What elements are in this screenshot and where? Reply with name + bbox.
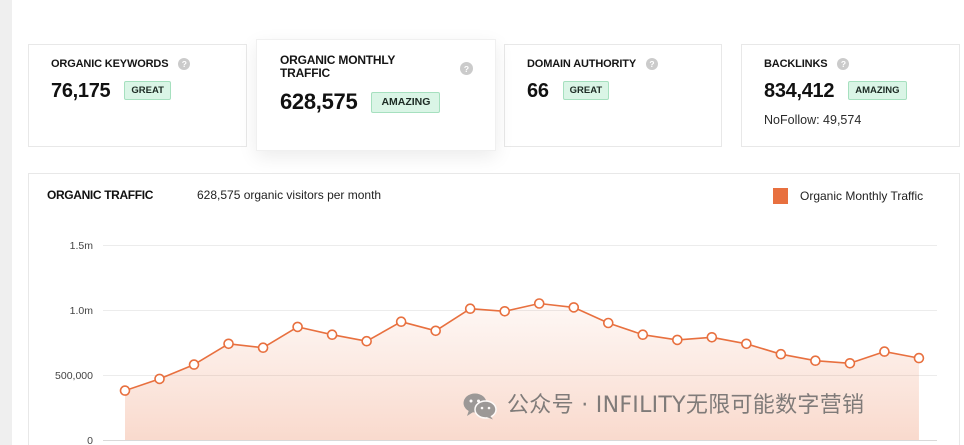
metric-value: 628,575 xyxy=(280,89,358,114)
legend-label: Organic Monthly Traffic xyxy=(800,189,924,203)
y-tick-label: 1.0m xyxy=(70,305,94,317)
data-point[interactable] xyxy=(568,302,580,313)
metric-value: 834,412 xyxy=(764,79,835,102)
data-point[interactable] xyxy=(154,373,165,385)
metric-value-row: 76,175 GREAT xyxy=(51,79,171,102)
metric-card-organic-keywords: ORGANIC KEYWORDS 76,175 GREAT xyxy=(28,44,247,147)
data-point[interactable] xyxy=(533,298,545,309)
data-point[interactable] xyxy=(602,317,614,329)
data-point[interactable] xyxy=(119,385,131,396)
data-point[interactable] xyxy=(706,332,718,343)
metric-card-organic-monthly-traffic: ORGANIC MONTHLY TRAFFIC 628,575 AMAZING xyxy=(256,39,496,151)
data-point[interactable] xyxy=(395,316,407,327)
y-tick-label: 500,000 xyxy=(55,370,93,382)
legend-swatch xyxy=(773,188,788,204)
metric-value-row: 834,412 AMAZING xyxy=(764,79,907,102)
metric-value-row: 628,575 AMAZING xyxy=(280,89,441,114)
metric-label: ORGANIC MONTHLY TRAFFIC xyxy=(280,53,396,80)
data-point[interactable] xyxy=(637,329,649,340)
data-point[interactable] xyxy=(775,348,787,360)
data-point[interactable] xyxy=(257,342,269,353)
chart-subtitle: 628,575 organic visitors per month xyxy=(197,188,382,202)
legend-item[interactable]: Organic Monthly Traffic xyxy=(773,188,923,204)
data-point[interactable] xyxy=(223,338,234,350)
help-icon[interactable] xyxy=(646,58,659,70)
nofollow-count: NoFollow: 49,574 xyxy=(764,113,862,127)
data-point[interactable] xyxy=(326,329,338,340)
data-point[interactable] xyxy=(464,303,476,314)
data-point[interactable] xyxy=(844,358,856,369)
data-point[interactable] xyxy=(499,306,511,317)
metric-label: DOMAIN AUTHORITY xyxy=(527,58,637,70)
help-icon[interactable] xyxy=(837,58,850,70)
metric-label: BACKLINKS xyxy=(764,58,828,70)
metric-card-domain-authority: DOMAIN AUTHORITY 66 GREAT xyxy=(504,44,722,147)
data-point[interactable] xyxy=(741,338,752,350)
metric-card-backlinks: BACKLINKS 834,412 AMAZING NoFollow: 49,5… xyxy=(741,44,960,147)
status-badge: GREAT xyxy=(562,81,610,100)
status-badge: AMAZING xyxy=(371,91,441,113)
y-tick-label: 0 xyxy=(87,435,93,445)
status-badge: AMAZING xyxy=(848,81,907,100)
chart-title: ORGANIC TRAFFIC xyxy=(47,188,154,202)
data-point[interactable] xyxy=(879,346,890,357)
data-point[interactable] xyxy=(188,359,200,370)
wechat-icon xyxy=(463,393,497,420)
metric-value-row: 66 GREAT xyxy=(527,79,610,102)
metric-header: DOMAIN AUTHORITY xyxy=(527,57,659,71)
watermark-text: 公众号 · INFILITY无限可能数字营销 xyxy=(507,393,865,418)
metric-value: 76,175 xyxy=(51,79,111,102)
status-badge: GREAT xyxy=(124,81,171,100)
watermark: 公众号 · INFILITY无限可能数字营销 xyxy=(463,392,953,420)
data-point[interactable] xyxy=(292,321,303,333)
data-point[interactable] xyxy=(361,335,372,347)
help-icon[interactable] xyxy=(178,58,191,70)
metric-value: 66 xyxy=(527,79,549,102)
data-point[interactable] xyxy=(672,334,683,346)
y-tick-label: 1.5m xyxy=(70,240,94,252)
help-icon[interactable] xyxy=(460,62,473,75)
data-point[interactable] xyxy=(430,325,441,337)
data-point[interactable] xyxy=(810,355,821,366)
metric-label: ORGANIC KEYWORDS xyxy=(51,58,169,70)
left-gutter xyxy=(0,0,12,445)
metric-header: BACKLINKS xyxy=(764,57,850,71)
metric-header: ORGANIC KEYWORDS xyxy=(51,57,191,71)
data-point[interactable] xyxy=(913,352,925,364)
